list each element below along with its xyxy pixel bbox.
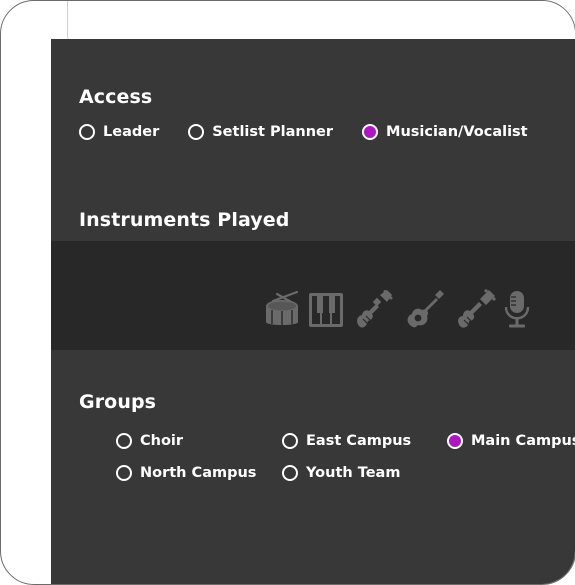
radio-circle bbox=[447, 433, 463, 449]
access-option-setlist-planner[interactable]: Setlist Planner bbox=[188, 124, 333, 140]
radio-label: Youth Team bbox=[306, 465, 401, 481]
group-option-east-campus[interactable]: East Campus bbox=[282, 433, 411, 449]
radio-label: Main Campus bbox=[471, 433, 575, 449]
radio-circle bbox=[116, 433, 132, 449]
radio-label: Leader bbox=[103, 124, 160, 140]
device-frame: Access Leader Setlist Planner Musician/V… bbox=[0, 0, 575, 585]
piano-icon[interactable] bbox=[307, 289, 345, 329]
instruments-title: Instruments Played bbox=[79, 209, 290, 231]
radio-label: Choir bbox=[140, 433, 184, 449]
group-option-choir[interactable]: Choir bbox=[116, 433, 183, 449]
drum-icon[interactable] bbox=[263, 289, 303, 329]
radio-label: East Campus bbox=[306, 433, 412, 449]
access-option-leader[interactable]: Leader bbox=[79, 124, 159, 140]
radio-circle bbox=[362, 124, 379, 140]
radio-circle bbox=[116, 465, 132, 481]
group-option-main-campus[interactable]: Main Campus bbox=[447, 433, 575, 449]
radio-circle bbox=[79, 124, 95, 140]
access-title: Access bbox=[79, 86, 153, 108]
access-option-musician-vocalist[interactable]: Musician/Vocalist bbox=[362, 124, 528, 140]
groups-options: Choir East Campus Main Campus North Camp… bbox=[116, 433, 575, 493]
radio-label: North Campus bbox=[140, 465, 257, 481]
radio-circle bbox=[282, 465, 298, 481]
radio-circle bbox=[282, 433, 298, 449]
radio-circle bbox=[188, 124, 205, 140]
groups-title: Groups bbox=[79, 391, 157, 413]
access-options: Leader Setlist Planner Musician/Vocalist bbox=[79, 124, 528, 140]
radio-label: Musician/Vocalist bbox=[386, 124, 528, 140]
bass-guitar-icon[interactable] bbox=[456, 289, 496, 329]
radio-label: Setlist Planner bbox=[212, 124, 334, 140]
electric-guitar-icon[interactable] bbox=[354, 289, 394, 329]
acoustic-guitar-icon[interactable] bbox=[405, 289, 445, 329]
group-option-youth-team[interactable]: Youth Team bbox=[282, 465, 400, 481]
microphone-icon[interactable] bbox=[501, 289, 533, 329]
group-option-north-campus[interactable]: North Campus bbox=[116, 465, 256, 481]
